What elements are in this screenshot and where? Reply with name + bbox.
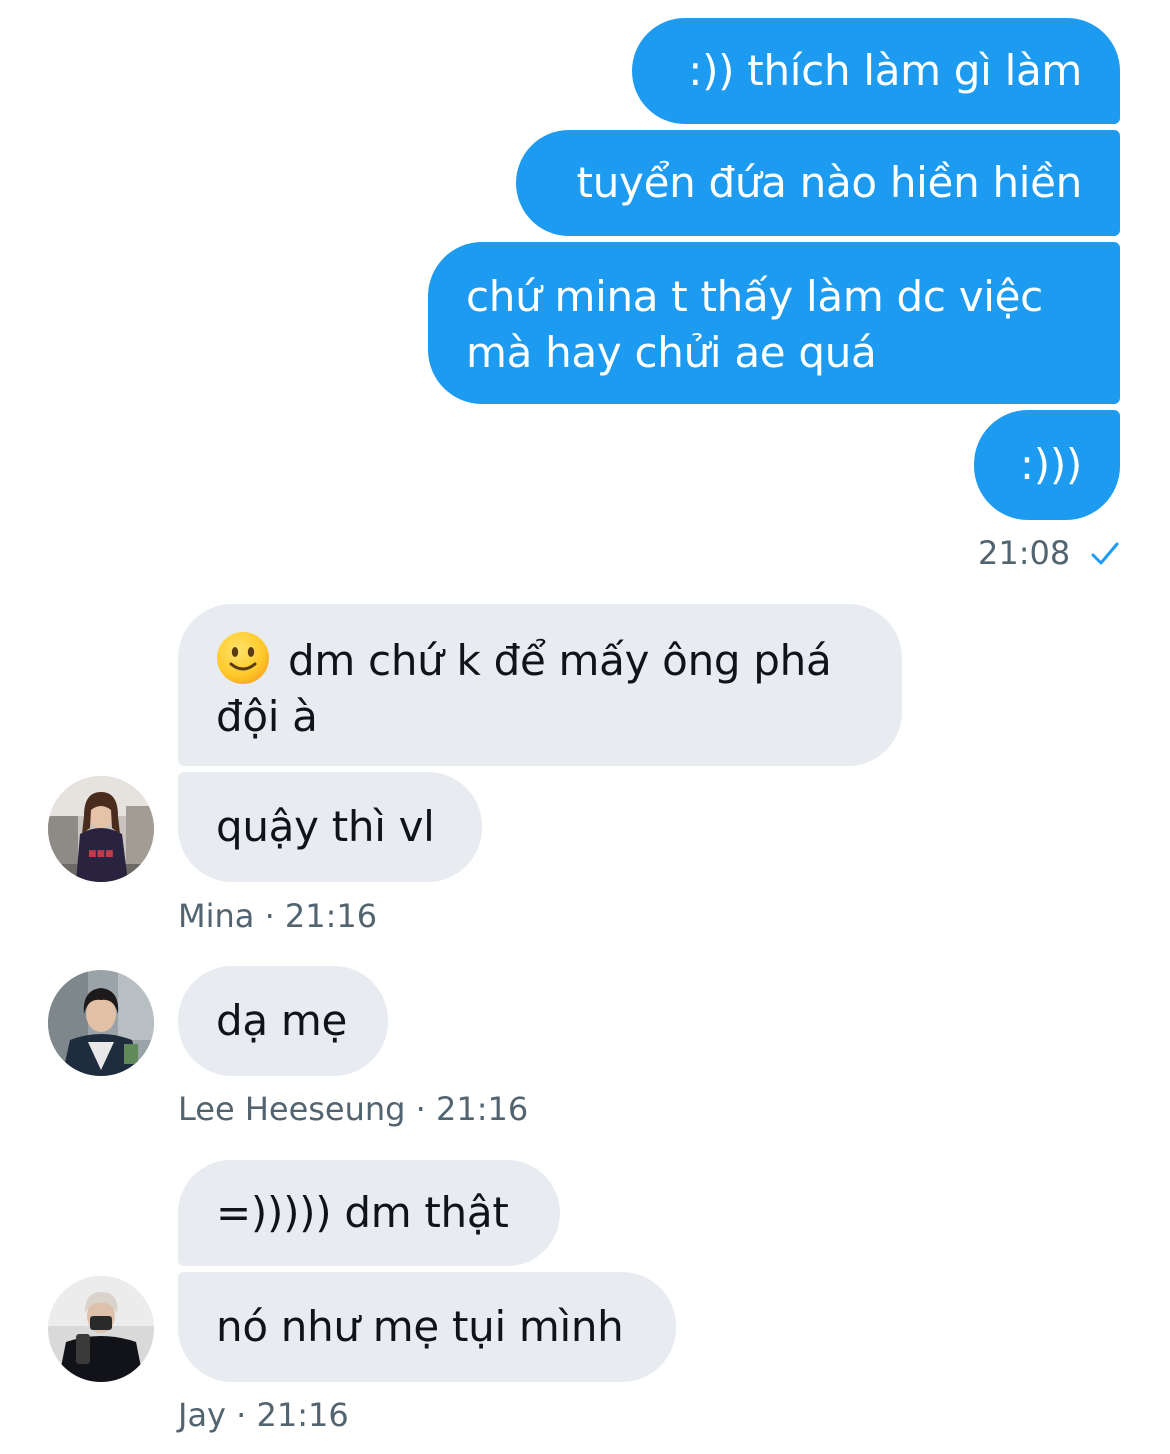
avatar-jay[interactable] bbox=[48, 1276, 154, 1382]
message-text: :))) bbox=[1019, 440, 1082, 489]
message-text: nó như mẹ tụi mình bbox=[216, 1302, 624, 1351]
sender-name[interactable]: Jay bbox=[178, 1396, 226, 1434]
timestamp: 21:16 bbox=[256, 1396, 349, 1434]
incoming-message[interactable]: =))))) dm thật bbox=[178, 1160, 560, 1266]
avatar-lee-heeseung[interactable] bbox=[48, 970, 154, 1076]
separator: · bbox=[225, 1396, 257, 1434]
sender-meta: Jay · 21:16 bbox=[178, 1396, 349, 1434]
outgoing-timestamp: 21:08 bbox=[978, 534, 1120, 576]
separator: · bbox=[405, 1090, 436, 1128]
sender-meta: Lee Heeseung · 21:16 bbox=[178, 1090, 528, 1128]
message-text: :)) thích làm gì làm bbox=[688, 46, 1082, 95]
sender-meta: Mina · 21:16 bbox=[178, 897, 377, 935]
incoming-message[interactable]: nó như mẹ tụi mình bbox=[178, 1272, 676, 1382]
outgoing-message[interactable]: tuyển đứa nào hiền hiền bbox=[516, 130, 1120, 236]
incoming-message[interactable]: dm chứ k để mấy ông phá đội à bbox=[178, 604, 902, 766]
avatar-mina[interactable]: ■■■ bbox=[48, 776, 154, 882]
outgoing-message[interactable]: chứ mina t thấy làm dc việc mà hay chửi … bbox=[428, 242, 1120, 404]
message-text: tuyển đứa nào hiền hiền bbox=[576, 158, 1083, 207]
outgoing-message[interactable]: :)) thích làm gì làm bbox=[632, 18, 1120, 124]
slightly-smiling-face-icon bbox=[216, 631, 270, 685]
sender-name[interactable]: Mina bbox=[178, 897, 254, 935]
message-text: quậy thì vl bbox=[216, 802, 435, 851]
timestamp: 21:08 bbox=[978, 534, 1071, 572]
sender-name[interactable]: Lee Heeseung bbox=[178, 1090, 405, 1128]
message-text: dm chứ k để mấy ông phá đội à bbox=[216, 636, 832, 741]
message-text: =))))) dm thật bbox=[216, 1188, 509, 1237]
check-icon bbox=[1090, 538, 1120, 576]
incoming-message[interactable]: dạ mẹ bbox=[178, 966, 388, 1076]
outgoing-message[interactable]: :))) bbox=[974, 410, 1120, 520]
svg-text:■■■: ■■■ bbox=[88, 849, 114, 859]
message-text: chứ mina t thấy làm dc việc mà hay chửi … bbox=[466, 272, 1043, 377]
message-text: dạ mẹ bbox=[216, 996, 348, 1045]
timestamp: 21:16 bbox=[284, 897, 378, 935]
incoming-message[interactable]: quậy thì vl bbox=[178, 772, 482, 882]
separator: · bbox=[254, 897, 285, 935]
timestamp: 21:16 bbox=[436, 1090, 529, 1128]
